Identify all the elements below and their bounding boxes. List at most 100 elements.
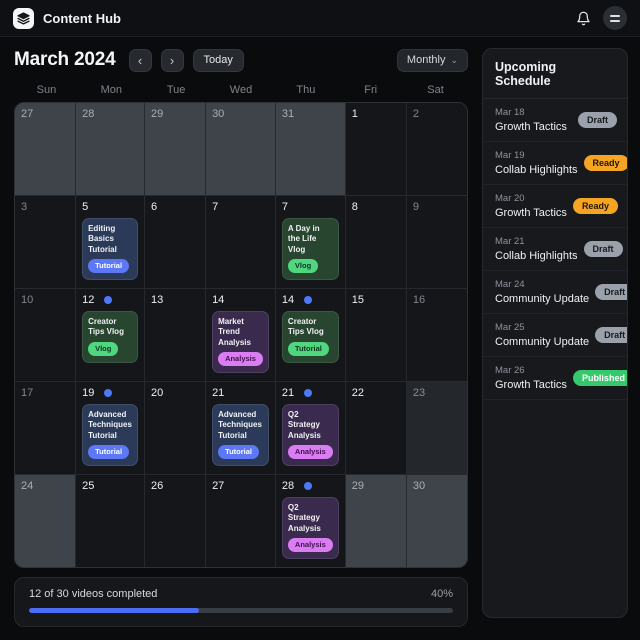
calendar-day-cell[interactable]: 28 Q2 Strategy Analysis Analysis [275,475,345,567]
day-number: 21 [212,387,225,399]
event-card[interactable]: Market Trend Analysis Analysis [212,311,269,373]
calendar-day-cell[interactable]: 16 [406,289,467,381]
scheduled-dot-indicator [304,482,313,490]
status-badge: Draft [583,241,623,257]
day-of-week-header: Mon [100,84,122,96]
day-number: 6 [150,201,158,213]
calendar-day-cell[interactable]: 21 Advanced Techniques Tutorial Tutorial [206,382,275,474]
calendar-day-cell[interactable]: 9 [406,196,467,288]
schedule-item-title: Community Update [495,293,590,305]
schedule-list-item[interactable]: Mar 20 Growth Tactics Ready [483,185,627,228]
status-badge: Draft [595,284,627,300]
calendar-day-cell[interactable]: 5 Editing Basics Tutorial Tutorial [76,196,144,288]
menu-button[interactable] [603,6,627,30]
calendar-day-cell[interactable]: 6 [144,196,206,288]
calendar-day-cell[interactable]: 27 [15,103,76,195]
calendar-day-cell[interactable]: 30 [206,103,275,195]
today-button[interactable]: Today [192,48,244,72]
hamburger-icon [610,19,620,22]
event-tag-badge: Tutorial [287,341,329,356]
calendar-day-cell[interactable]: 29 [144,103,206,195]
calendar-day-cell[interactable]: 30 [406,475,467,567]
app-header: Content Hub [0,0,640,37]
calendar-day-cell[interactable]: 15 [345,289,406,381]
calendar-day-cell[interactable]: 17 [15,382,76,474]
event-title: Q2 Strategy Analysis [287,410,321,440]
calendar-day-cell[interactable]: 1 [345,103,406,195]
event-title: A Day in the Life Vlog [287,224,320,254]
schedule-item-text: Mar 26 Growth Tactics [495,365,567,391]
calendar-day-cell[interactable]: 21 Q2 Strategy Analysis Analysis [275,382,345,474]
next-month-button[interactable]: › [160,48,184,72]
calendar-day-cell[interactable]: 25 [76,475,144,567]
schedule-list-item[interactable]: Mar 25 Community Update Draft [483,314,627,357]
calendar-day-cell[interactable]: 8 [345,196,406,288]
day-of-week-header: Sun [36,84,57,96]
event-card[interactable]: A Day in the Life Vlog Vlog [281,218,339,280]
day-of-week-header: Sat [427,84,444,96]
day-number: 7 [212,201,219,213]
calendar-day-cell[interactable]: 28 [76,103,144,195]
month-grid: 27 28 29 30 31 1 2 3 5 Editing Basics Tutorial Tut… [14,102,468,568]
notifications-button[interactable] [571,6,595,30]
calendar-day-cell[interactable]: 22 [345,382,406,474]
event-tag-badge: Tutorial [218,445,260,459]
event-title: Creator Tips Vlog [287,317,324,337]
calendar-day-cell[interactable]: 7 [206,196,275,288]
progress-label: 12 of 30 videos completed [29,588,158,600]
day-number: 21 [281,387,295,399]
event-card[interactable]: Q2 Strategy Analysis Analysis [281,497,339,559]
schedule-list-item[interactable]: Mar 19 Collab Highlights Ready [483,142,627,185]
schedule-item-text: Mar 25 Community Update [495,322,589,348]
scheduled-dot-indicator [104,389,113,397]
event-card[interactable]: Editing Basics Tutorial Tutorial [82,218,138,280]
event-card[interactable]: Advanced Techniques Tutorial Tutorial [212,404,269,466]
calendar-day-cell[interactable]: 13 [144,289,206,381]
event-tag-badge: Vlog [88,341,119,356]
calendar-day-cell[interactable]: 19 Advanced Techniques Tutorial Tutorial [76,382,144,474]
schedule-list-item[interactable]: Mar 21 Collab Highlights Draft [483,228,627,271]
schedule-list-item[interactable]: Mar 26 Growth Tactics Published [483,357,627,400]
calendar-day-cell[interactable]: 10 [15,289,76,381]
day-number: 20 [150,387,164,399]
day-number: 2 [412,108,420,120]
calendar-day-cell[interactable]: 23 [406,382,467,474]
bell-icon [576,11,590,25]
schedule-list-item[interactable]: Mar 18 Growth Tactics Draft [483,99,627,142]
schedule-item-date: Mar 18 [495,107,525,118]
calendar-day-cell[interactable]: 24 [15,475,76,567]
calendar-day-cell[interactable]: 29 [345,475,406,567]
calendar-day-cell[interactable]: 31 [275,103,345,195]
calendar-day-cell[interactable]: 7 A Day in the Life Vlog Vlog [275,196,345,288]
event-card[interactable]: Advanced Techniques Tutorial Tutorial [82,404,138,466]
calendar-day-cell[interactable]: 14 Creator Tips Vlog Tutorial [275,289,345,381]
status-badge: Ready [583,155,627,171]
schedule-item-date: Mar 26 [495,365,525,376]
event-tag-badge: Analysis [287,445,333,459]
prev-month-button[interactable]: ‹ [128,48,152,72]
calendar-day-cell[interactable]: 27 [206,475,275,567]
calendar-day-cell[interactable]: 12 Creator Tips Vlog Vlog [76,289,144,381]
calendar-day-cell[interactable]: 3 [15,196,76,288]
day-number: 9 [412,201,420,213]
event-card[interactable]: Q2 Strategy Analysis Analysis [281,404,339,466]
calendar-day-cell[interactable]: 2 [406,103,467,195]
day-number: 3 [21,201,28,213]
status-badge: Draft [577,112,617,128]
status-badge: Ready [572,198,618,214]
day-of-week-header: Wed [229,84,253,96]
view-mode-dropdown[interactable]: Monthly ⌄ [396,48,468,72]
schedule-item-title: Growth Tactics [495,121,567,133]
calendar-day-cell[interactable]: 20 [144,382,206,474]
event-card[interactable]: Creator Tips Vlog Vlog [82,311,138,363]
day-number: 23 [412,387,426,399]
main-content: March 2024 ‹ › Today Monthly ⌄ Sun Mon Tue… [0,37,640,627]
event-card[interactable]: Creator Tips Vlog Tutorial [281,311,339,363]
event-title: Creator Tips Vlog [88,317,124,337]
calendar-day-cell[interactable]: 14 Market Trend Analysis Analysis [206,289,275,381]
schedule-list-item[interactable]: Mar 24 Community Update Draft [483,271,627,314]
day-number: 26 [150,480,164,492]
calendar-panel: March 2024 ‹ › Today Monthly ⌄ Sun Mon Tue… [14,48,468,627]
status-badge: Published [572,370,627,386]
calendar-day-cell[interactable]: 26 [144,475,206,567]
